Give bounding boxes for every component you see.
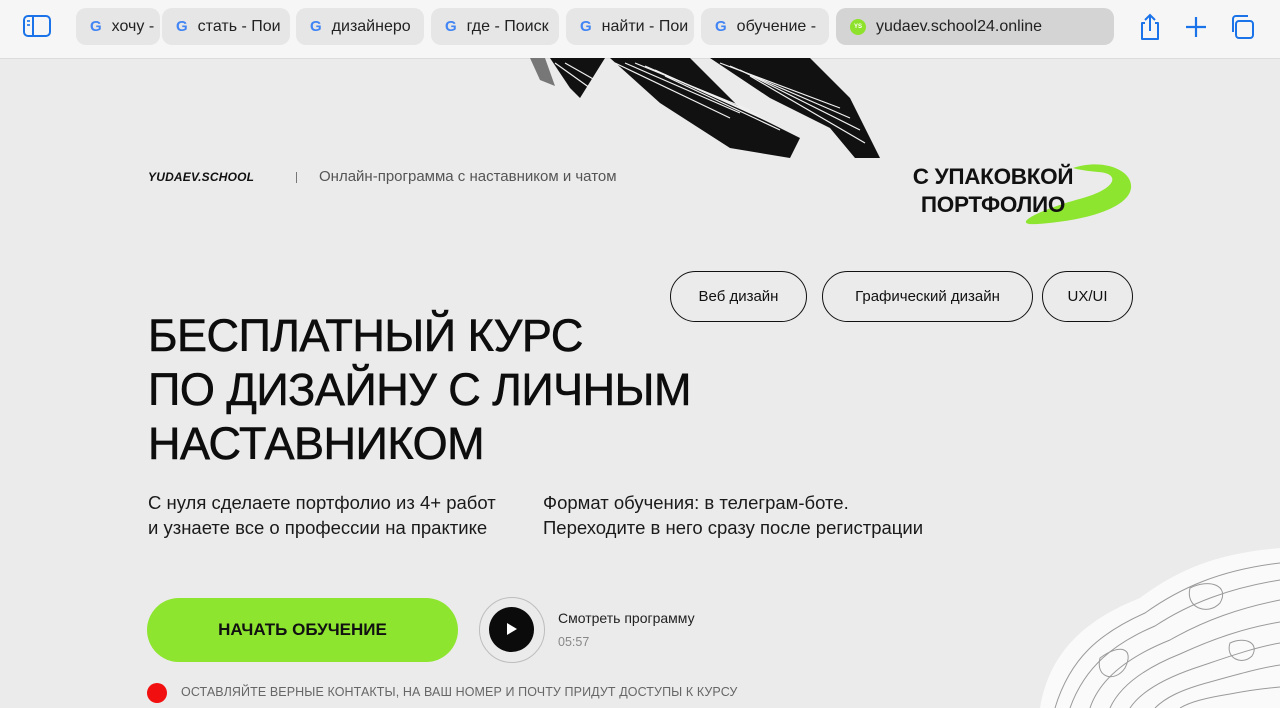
google-icon: G	[715, 18, 727, 35]
video-duration: 05:57	[558, 635, 590, 649]
contact-notice: ОСТАВЛЯЙТЕ ВЕРНЫЕ КОНТАКТЫ, НА ВАШ НОМЕР…	[181, 685, 738, 699]
browser-tab[interactable]: G обучение -	[701, 8, 829, 45]
header-divider	[296, 172, 297, 183]
play-video-button[interactable]	[479, 597, 545, 663]
title-line-3: НАСТАВНИКОМ	[148, 418, 485, 470]
page-title: БЕСПЛАТНЫЙ КУРС ПО ДИЗАЙНУ С ЛИЧНЫМ НАСТ…	[148, 309, 692, 471]
browser-toolbar: G хочу - G стать - Пои G дизайнеро G где…	[0, 0, 1280, 59]
title-line-1: БЕСПЛАТНЫЙ КУРС	[148, 310, 584, 362]
badge-line-2: ПОРТФОЛИО	[920, 192, 1066, 217]
category-ux-ui[interactable]: UX/UI	[1042, 271, 1133, 322]
play-icon	[489, 607, 534, 652]
format-description: Формат обучения: в телеграм-боте. Перехо…	[543, 492, 924, 538]
header-tagline: Онлайн-программа с наставником и чатом	[319, 168, 617, 185]
browser-tab[interactable]: G стать - Пои	[162, 8, 290, 45]
browser-tab-active[interactable]: YS yudaev.school24.online	[836, 8, 1114, 45]
google-icon: G	[580, 18, 592, 35]
share-icon[interactable]	[1136, 12, 1166, 42]
course-description: С нуля сделаете портфолио из 4+ работ и …	[148, 492, 496, 538]
browser-tab[interactable]: G найти - Пои	[566, 8, 694, 45]
title-line-2: ПО ДИЗАЙНУ С ЛИЧНЫМ	[148, 364, 692, 416]
watch-program-link[interactable]: Смотреть программу	[558, 610, 695, 626]
browser-tab[interactable]: G дизайнеро	[296, 8, 424, 45]
yudaev-school-icon: YS	[850, 18, 866, 35]
google-icon: G	[445, 18, 457, 35]
portfolio-badge: С УПАКОВКОЙ ПОРТФОЛИО	[898, 163, 1088, 219]
new-tab-plus-icon[interactable]	[1182, 12, 1212, 42]
sidebar-icon[interactable]	[22, 13, 54, 41]
google-icon: G	[90, 18, 102, 35]
browser-tab[interactable]: G хочу -	[76, 8, 160, 45]
school-logo[interactable]: YUDAEV.SCHOOL	[148, 170, 254, 184]
category-graphic-design[interactable]: Графический дизайн	[822, 271, 1033, 322]
decorative-3d-shape	[530, 58, 880, 158]
google-icon: G	[310, 18, 322, 35]
browser-tab[interactable]: G где - Поиск	[431, 8, 559, 45]
badge-line-1: С УПАКОВКОЙ	[912, 164, 1074, 189]
tab-overview-icon[interactable]	[1229, 12, 1259, 42]
start-learning-button[interactable]: НАЧАТЬ ОБУЧЕНИЕ	[147, 598, 458, 662]
google-icon: G	[176, 18, 188, 35]
decorative-3d-shape	[1040, 548, 1280, 708]
warning-dot-icon	[147, 683, 167, 703]
